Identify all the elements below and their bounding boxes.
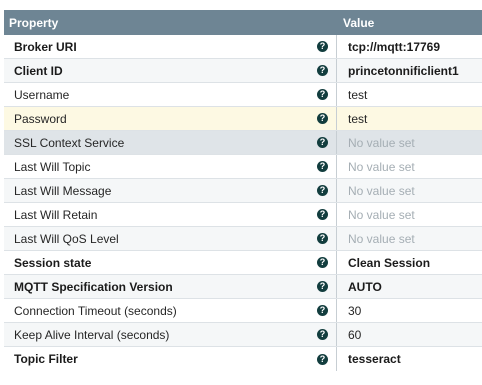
property-row-username[interactable]: Username? test: [4, 83, 482, 107]
value-column-header[interactable]: Value: [337, 16, 374, 30]
property-value[interactable]: AUTO: [337, 280, 382, 294]
property-name: Last Will Topic: [14, 159, 91, 174]
property-name: Connection Timeout (seconds): [14, 303, 177, 318]
property-name: Last Will QoS Level: [14, 231, 119, 246]
help-icon[interactable]: ?: [317, 137, 328, 148]
help-icon[interactable]: ?: [317, 305, 328, 316]
help-icon[interactable]: ?: [317, 209, 328, 220]
property-row-last-will-topic[interactable]: Last Will Topic? No value set: [4, 155, 482, 179]
property-row-topic-filter[interactable]: Topic Filter? tesseract: [4, 347, 482, 371]
property-value[interactable]: No value set: [337, 208, 415, 222]
property-value[interactable]: 30: [337, 304, 361, 318]
property-row-broker-uri[interactable]: Broker URI? tcp://mqtt:17769: [4, 35, 482, 59]
help-icon[interactable]: ?: [317, 257, 328, 268]
property-value[interactable]: test: [337, 112, 367, 126]
help-icon[interactable]: ?: [317, 185, 328, 196]
property-value[interactable]: No value set: [337, 232, 415, 246]
property-name: MQTT Specification Version: [14, 279, 173, 294]
help-icon[interactable]: ?: [317, 41, 328, 52]
property-name: Username: [14, 87, 70, 102]
property-value[interactable]: No value set: [337, 160, 415, 174]
property-row-connection-timeout[interactable]: Connection Timeout (seconds)? 30: [4, 299, 482, 323]
property-name: SSL Context Service: [14, 135, 125, 150]
property-value[interactable]: Clean Session: [337, 256, 430, 270]
property-name: Broker URI: [14, 39, 77, 54]
help-icon[interactable]: ?: [317, 65, 328, 76]
property-name: Client ID: [14, 63, 63, 78]
properties-grid: Property Value Broker URI? tcp://mqtt:17…: [4, 10, 482, 371]
grid-header: Property Value: [4, 10, 482, 35]
property-name: Keep Alive Interval (seconds): [14, 327, 170, 342]
property-row-last-will-retain[interactable]: Last Will Retain? No value set: [4, 203, 482, 227]
property-row-mqtt-specification-version[interactable]: MQTT Specification Version? AUTO: [4, 275, 482, 299]
property-row-session-state[interactable]: Session state? Clean Session: [4, 251, 482, 275]
property-name: Last Will Retain: [14, 207, 98, 222]
help-icon[interactable]: ?: [317, 353, 328, 365]
help-icon[interactable]: ?: [317, 89, 328, 100]
property-row-last-will-qos-level[interactable]: Last Will QoS Level? No value set: [4, 227, 482, 251]
property-value[interactable]: No value set: [337, 136, 415, 150]
property-row-ssl-context-service[interactable]: SSL Context Service? No value set: [4, 131, 482, 155]
property-value[interactable]: test: [337, 88, 367, 102]
property-row-client-id[interactable]: Client ID? princetonnificlient1: [4, 59, 482, 83]
property-value[interactable]: princetonnificlient1: [337, 64, 459, 78]
property-name: Topic Filter: [14, 352, 78, 366]
property-row-keep-alive-interval[interactable]: Keep Alive Interval (seconds)? 60: [4, 323, 482, 347]
help-icon[interactable]: ?: [317, 161, 328, 172]
property-value[interactable]: No value set: [337, 184, 415, 198]
property-row-last-will-message[interactable]: Last Will Message? No value set: [4, 179, 482, 203]
property-value[interactable]: tesseract: [337, 352, 401, 366]
property-name: Last Will Message: [14, 183, 112, 198]
property-column-header[interactable]: Property: [4, 16, 337, 30]
help-icon[interactable]: ?: [317, 329, 328, 340]
property-value[interactable]: tcp://mqtt:17769: [337, 40, 440, 54]
property-value[interactable]: 60: [337, 328, 361, 342]
property-row-password[interactable]: Password? test: [4, 107, 482, 131]
help-icon[interactable]: ?: [317, 281, 328, 292]
help-icon[interactable]: ?: [317, 113, 328, 124]
help-icon[interactable]: ?: [317, 233, 328, 244]
property-name: Password: [14, 111, 67, 126]
property-name: Session state: [14, 255, 92, 270]
